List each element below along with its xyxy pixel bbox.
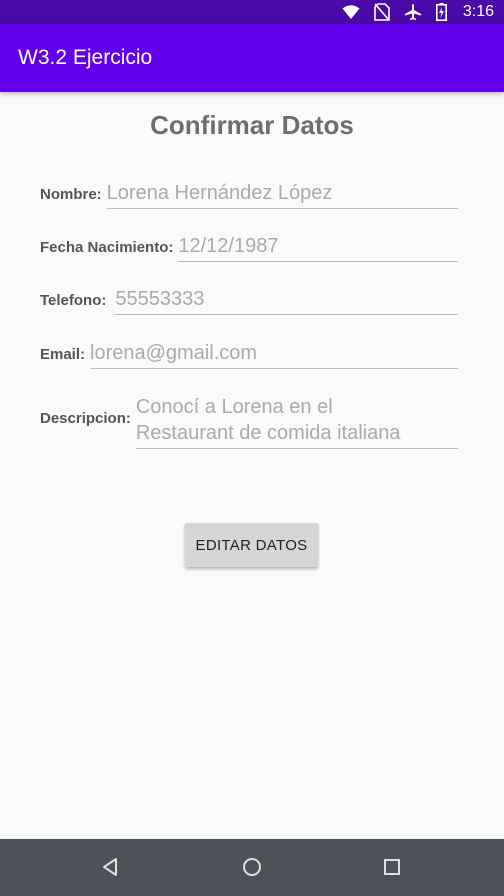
field-row-email: Email: lorena@gmail.com — [40, 340, 458, 369]
battery-charging-icon — [435, 3, 447, 21]
descripcion-label: Descripcion: — [40, 410, 131, 427]
field-row-nombre: Nombre: Lorena Hernández López — [40, 180, 458, 209]
descripcion-line-1: Conocí a Lorena en el — [135, 396, 333, 418]
field-row-descripcion: Descripcion: Conocí a Lorena en el Resta… — [40, 394, 458, 449]
navigation-bar — [0, 839, 504, 896]
airplane-icon — [404, 3, 422, 21]
wifi-icon — [342, 4, 360, 20]
fecha-nacimiento-label: Fecha Nacimiento: — [40, 239, 174, 256]
email-field[interactable]: lorena@gmail.com — [90, 340, 458, 369]
fecha-nacimiento-field[interactable]: 12/12/1987 — [178, 233, 458, 262]
app-title: W3.2 Ejercicio — [18, 46, 153, 69]
descripcion-field[interactable]: Conocí a Lorena en el Restaurant de comi… — [135, 394, 458, 449]
nombre-label: Nombre: — [40, 186, 102, 203]
home-icon[interactable] — [240, 855, 264, 879]
app-bar: W3.2 Ejercicio — [0, 24, 504, 92]
recents-icon[interactable] — [380, 855, 404, 879]
telefono-field[interactable]: 55553333 — [115, 286, 458, 315]
page-title: Confirmar Datos — [150, 110, 354, 140]
field-row-fecha: Fecha Nacimiento: 12/12/1987 — [40, 233, 458, 262]
field-row-telefono: Telefono: 55553333 — [40, 286, 458, 315]
descripcion-line-2: Restaurant de comida italiana — [135, 422, 401, 444]
no-sim-icon — [374, 3, 390, 21]
status-icons: 3:16 — [342, 2, 494, 22]
back-icon[interactable] — [99, 855, 123, 879]
edit-data-button[interactable]: EDITAR DATOS — [185, 523, 318, 567]
confirm-form: Confirmar Datos Nombre: Lorena Hernández… — [0, 92, 504, 839]
email-label: Email: — [40, 346, 86, 363]
nombre-field[interactable]: Lorena Hernández López — [106, 180, 458, 209]
telefono-label: Telefono: — [40, 292, 107, 309]
status-bar: 3:16 — [0, 0, 504, 24]
status-time: 3:16 — [462, 3, 494, 20]
